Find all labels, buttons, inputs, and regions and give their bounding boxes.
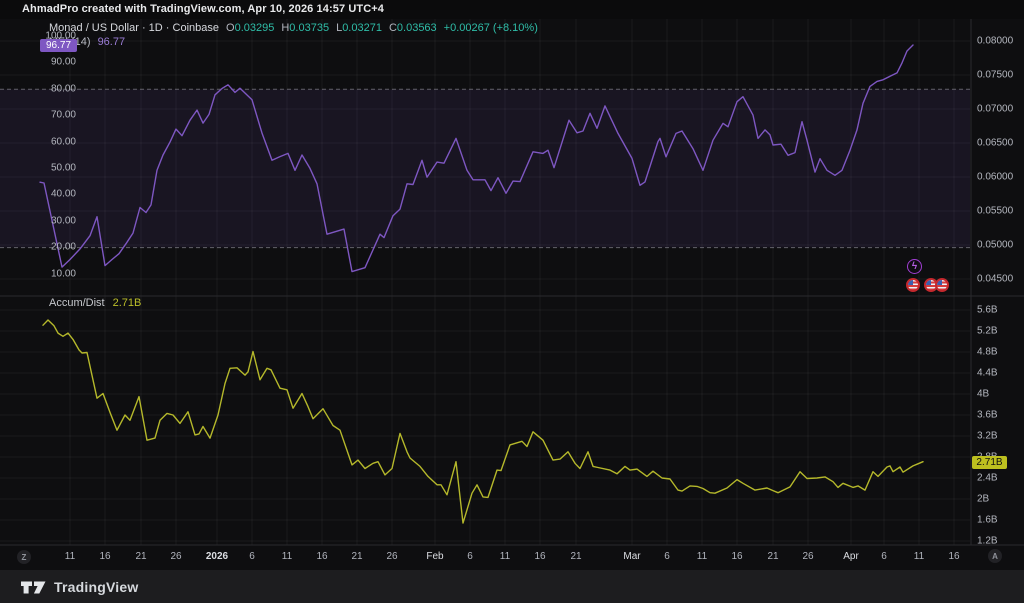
time-axis-label: 2026 [206, 551, 228, 562]
timezone-button[interactable]: Z [17, 550, 31, 564]
time-axis-label: 16 [316, 551, 327, 562]
accum-dist-axis-label: 2.4B [977, 473, 998, 484]
price-axis-label: 0.08000 [977, 36, 1013, 47]
time-axis-label: 26 [802, 551, 813, 562]
time-axis-label: 21 [570, 551, 581, 562]
main-legend[interactable]: Monad / US Dollar · 1D · Coinbase O0.032… [49, 21, 538, 49]
accum-dist-axis-label: 3.6B [977, 410, 998, 421]
us-flag-event-icon[interactable] [935, 278, 949, 292]
mfi-axis-label: 70.00 [40, 110, 76, 121]
bottom-toolbar: TradingView [0, 570, 1024, 603]
accum-dist-name: Accum/Dist [49, 297, 105, 309]
accum-dist-axis-label: 1.2B [977, 536, 998, 547]
mfi-indicator-value: 96.77 [98, 36, 126, 48]
time-axis-label: 21 [767, 551, 778, 562]
time-axis-label: 11 [282, 551, 292, 562]
mfi-axis-label: 10.00 [40, 269, 76, 280]
time-axis-label: 6 [881, 551, 887, 562]
accum-dist-axis-label: 4B [977, 389, 989, 400]
time-axis-label: Mar [623, 551, 640, 562]
mfi-axis-label: 60.00 [40, 137, 76, 148]
accum-dist-axis-label: 4.4B [977, 368, 998, 379]
ohlc-low: L0.03271 [336, 22, 382, 34]
time-axis-label: 11 [914, 551, 924, 562]
price-axis-label: 0.05500 [977, 206, 1013, 217]
accum-dist-legend[interactable]: Accum/Dist 2.71B [49, 297, 141, 309]
exchange-label: Coinbase [173, 22, 219, 34]
tradingview-logo-icon[interactable] [20, 577, 47, 597]
mfi-axis-label: 90.00 [40, 57, 76, 68]
symbol-title: Monad / US Dollar · 1D · Coinbase [49, 22, 219, 34]
price-axis-label: 0.04500 [977, 274, 1013, 285]
accum-dist-axis-label: 5.6B [977, 305, 998, 316]
symbol-legend-row[interactable]: Monad / US Dollar · 1D · Coinbase O0.032… [49, 21, 538, 34]
ohlc-open: O0.03295 [226, 22, 274, 34]
accum-dist-axis-label: 2B [977, 494, 989, 505]
time-axis-label: 11 [697, 551, 707, 562]
price-axis-label: 0.06500 [977, 138, 1013, 149]
mfi-axis-label: 80.00 [40, 84, 76, 95]
time-axis-label: 16 [731, 551, 742, 562]
ohlc-close: C0.03563 [389, 22, 437, 34]
time-axis-label: 11 [65, 551, 75, 562]
time-axis-label: 11 [500, 551, 510, 562]
time-axis-label: 26 [386, 551, 397, 562]
mfi-axis-label: 50.00 [40, 163, 76, 174]
us-flag-event-icon[interactable] [906, 278, 920, 292]
tradingview-wordmark[interactable]: TradingView [54, 579, 138, 595]
accum-dist-axis-label: 3.2B [977, 431, 998, 442]
mfi-axis-label: 20.00 [40, 242, 76, 253]
time-axis-label: 16 [948, 551, 959, 562]
auto-scale-button[interactable]: A [988, 549, 1002, 563]
time-axis-label: 6 [467, 551, 473, 562]
mfi-legend-row[interactable]: MFI (14) 96.77 [49, 35, 538, 48]
time-axis-label: 21 [135, 551, 146, 562]
change-value: +0.00267 (+8.10%) [444, 22, 538, 34]
lightning-event-icon[interactable]: ϟ [907, 259, 922, 274]
accum-dist-value: 2.71B [113, 297, 142, 309]
accum-dist-axis-label: 4.8B [977, 347, 998, 358]
accum-dist-axis-label: 1.6B [977, 515, 998, 526]
time-axis-label: Apr [843, 551, 859, 562]
time-axis-label: Feb [426, 551, 443, 562]
mfi-last-value-badge: 96.77 [40, 39, 77, 52]
price-axis-label: 0.07500 [977, 70, 1013, 81]
accum-dist-axis-label: 5.2B [977, 326, 998, 337]
chart-canvas[interactable] [0, 0, 1024, 603]
ohlc-high: H0.03735 [281, 22, 329, 34]
price-axis-label: 0.06000 [977, 172, 1013, 183]
time-axis-label: 6 [249, 551, 255, 562]
interval-label: 1D [149, 22, 163, 34]
price-axis-label: 0.07000 [977, 104, 1013, 115]
time-axis-label: 16 [534, 551, 545, 562]
mfi-axis-label: 40.00 [40, 189, 76, 200]
accum-dist-line-series [43, 320, 923, 523]
tradingview-snapshot: AhmadPro created with TradingView.com, A… [0, 0, 1024, 603]
price-axis-label: 0.05000 [977, 240, 1013, 251]
time-axis-label: 21 [351, 551, 362, 562]
time-axis-label: 26 [170, 551, 181, 562]
mfi-band [0, 89, 970, 247]
time-axis-label: 16 [99, 551, 110, 562]
accum-dist-last-value-badge: 2.71B [972, 456, 1007, 469]
mfi-axis-label: 30.00 [40, 216, 76, 227]
time-axis-label: 6 [664, 551, 670, 562]
